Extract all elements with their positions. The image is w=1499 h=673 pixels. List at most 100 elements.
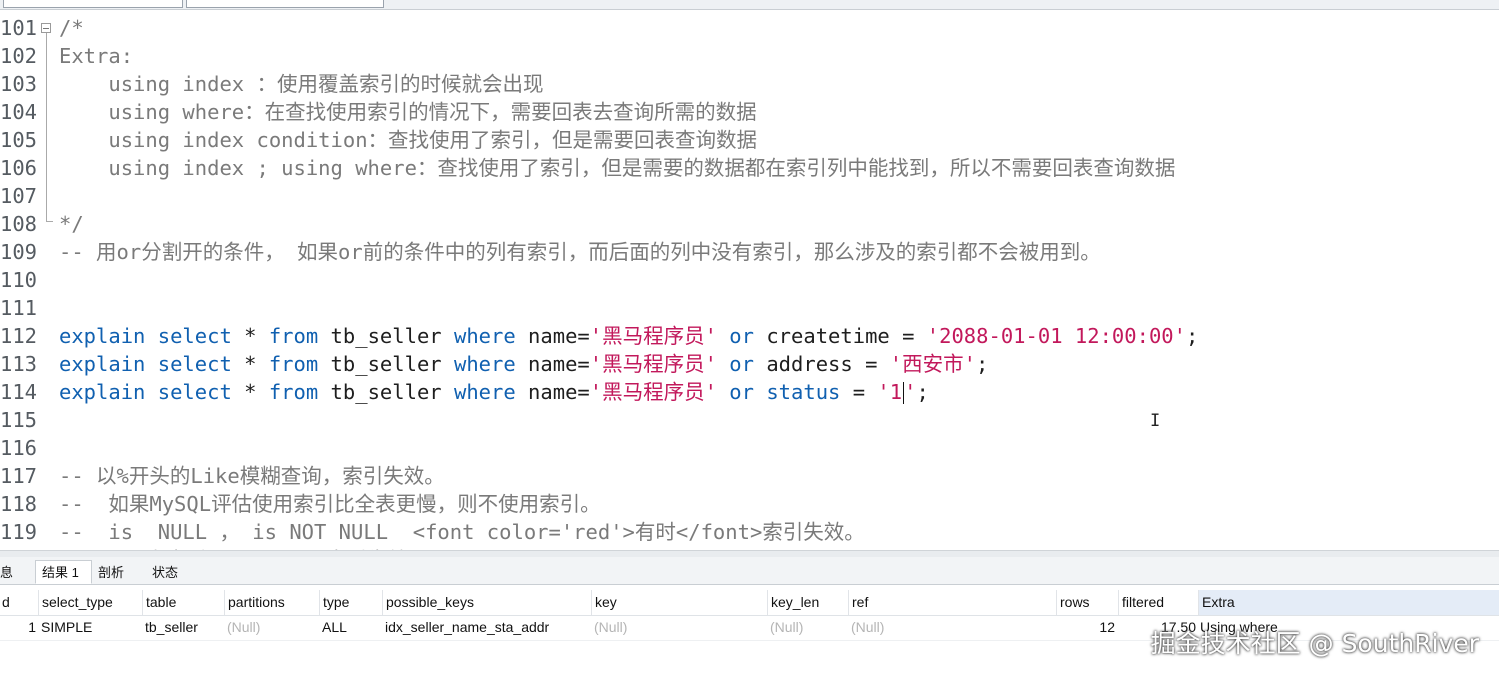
line-number: 118 [0, 492, 38, 516]
line-number: 109 [0, 240, 38, 264]
code-token: where [453, 324, 516, 348]
code-token: from [268, 324, 319, 348]
results-tab-bar: 息 结果 1 剖析 状态 [0, 557, 1499, 585]
code-token: status [766, 380, 841, 404]
code-token: tb_seller [318, 324, 454, 348]
column-header-select-type[interactable]: select_type [38, 590, 138, 615]
code-text: explain select * from tb_seller where na… [59, 378, 929, 406]
code-token: name= [515, 324, 590, 348]
line-number: 105 [0, 128, 38, 152]
code-token: ; [916, 380, 929, 404]
code-text: -- 如果MySQL评估使用索引比全表更慢，则不使用索引。 [59, 490, 601, 518]
code-token: where [453, 380, 516, 404]
code-token: explain [59, 324, 146, 348]
code-token: ; [975, 352, 989, 376]
code-token: address = [753, 352, 890, 376]
column-header-type[interactable]: type [319, 590, 379, 615]
tab-result-1[interactable]: 结果 1 [35, 560, 92, 584]
column-header-extra[interactable]: Extra [1198, 590, 1499, 615]
line-number: 111 [0, 296, 38, 320]
line-number: 110 [0, 268, 38, 292]
code-token: '2088-01-01 12:00:00' [926, 324, 1186, 348]
column-header-filtered[interactable]: filtered [1118, 590, 1198, 615]
code-text: -- 用or分割开的条件， 如果or前的条件中的列有索引，而后面的列中没有索引，… [59, 238, 1101, 266]
cell-select-type[interactable]: SIMPLE [41, 615, 138, 640]
code-token: explain [59, 352, 146, 376]
code-text: explain select * from tb_seller where na… [59, 350, 988, 378]
line-number: 101 [0, 16, 38, 40]
cell-key-len[interactable]: (Null) [770, 615, 845, 640]
line-number: 117 [0, 464, 38, 488]
code-token: from [268, 352, 319, 376]
line-number: 107 [0, 184, 38, 208]
code-token: * [231, 352, 269, 376]
code-token: '黑马程序员' [589, 380, 717, 404]
line-number: 104 [0, 100, 38, 124]
code-token: where [453, 352, 516, 376]
code-text: */ [59, 210, 84, 238]
cell-table[interactable]: tb_seller [145, 615, 222, 640]
column-header-partitions[interactable]: partitions [224, 590, 316, 615]
code-token: select [157, 380, 232, 404]
line-number: 112 [0, 324, 38, 348]
code-token: ' [904, 380, 917, 404]
code-token: '黑马程序员' [589, 324, 717, 348]
code-text: Extra: [59, 42, 133, 70]
cell-type[interactable]: ALL [322, 615, 379, 640]
tab-status[interactable]: 状态 [145, 560, 197, 584]
watermark: 掘金技术社区 @ SouthRiver [1150, 629, 1479, 658]
code-token: select [157, 352, 232, 376]
code-token: from [268, 380, 319, 404]
column-header-table[interactable]: table [142, 590, 222, 615]
code-token: ; [1185, 324, 1199, 348]
cell-id[interactable]: 1 [0, 615, 36, 640]
pane-splitter[interactable] [0, 550, 1499, 557]
code-token: = [840, 380, 878, 404]
code-token: or [729, 380, 754, 404]
code-text: -- 以%开头的Like模糊查询，索引失效。 [59, 462, 445, 490]
column-header-id[interactable]: d [2, 590, 32, 615]
cell-partitions[interactable]: (Null) [227, 615, 316, 640]
column-header-ref[interactable]: ref [848, 590, 1056, 615]
code-token: createtime = [753, 324, 927, 348]
code-text: -- is NULL ， is NOT NULL <font color='re… [59, 518, 865, 546]
cell-rows[interactable]: 12 [1056, 615, 1115, 640]
code-text: using index condition：查找使用了索引，但是需要回表查询数据 [59, 126, 757, 154]
sql-editor[interactable]: I 101 /* 102 Extra: 103 using index ：使用覆盖索引的… [0, 14, 1499, 550]
code-token: or [729, 352, 754, 376]
code-text: explain select * from tb_seller where na… [59, 322, 1198, 350]
line-number: 102 [0, 44, 38, 68]
tab-profile[interactable]: 剖析 [91, 560, 141, 584]
cell-key[interactable]: (Null) [594, 615, 765, 640]
column-header-rows[interactable]: rows [1056, 590, 1118, 615]
code-token: /* [59, 16, 84, 40]
cell-ref[interactable]: (Null) [851, 615, 1056, 640]
fold-end-marker [46, 221, 53, 222]
fold-toggle-icon[interactable] [41, 23, 51, 33]
code-token: -- 用or分割开的条件， 如果or前的条件中的列有索引，而后面的列中没有索引，… [59, 240, 1101, 264]
tab-info[interactable]: 息 [0, 560, 33, 584]
code-token: using index ; using where：查找使用了索引，但是需要的数… [59, 156, 1176, 180]
code-token: using where：在查找使用索引的情况下，需要回表去查询所需的数据 [59, 100, 757, 124]
column-header-key[interactable]: key [591, 590, 765, 615]
query-tab-2[interactable] [186, 0, 384, 8]
code-token: -- is NULL ， is NOT NULL <font color='re… [59, 520, 865, 544]
line-number: 115 [0, 408, 38, 432]
code-token: * [231, 380, 269, 404]
query-tab-1[interactable] [3, 0, 183, 8]
line-number: 108 [0, 212, 38, 236]
column-header-key-len[interactable]: key_len [767, 590, 845, 615]
line-number: 103 [0, 72, 38, 96]
line-number: 106 [0, 156, 38, 180]
code-text: using where：在查找使用索引的情况下，需要回表去查询所需的数据 [59, 98, 757, 126]
code-token: '黑马程序员' [589, 352, 717, 376]
column-header-possible-keys[interactable]: possible_keys [382, 590, 590, 615]
code-token: name= [515, 380, 590, 404]
code-token: or [729, 324, 754, 348]
code-token: explain [59, 380, 146, 404]
fold-guide [46, 33, 47, 221]
cell-possible-keys[interactable]: idx_seller_name_sta_addr [385, 615, 590, 640]
